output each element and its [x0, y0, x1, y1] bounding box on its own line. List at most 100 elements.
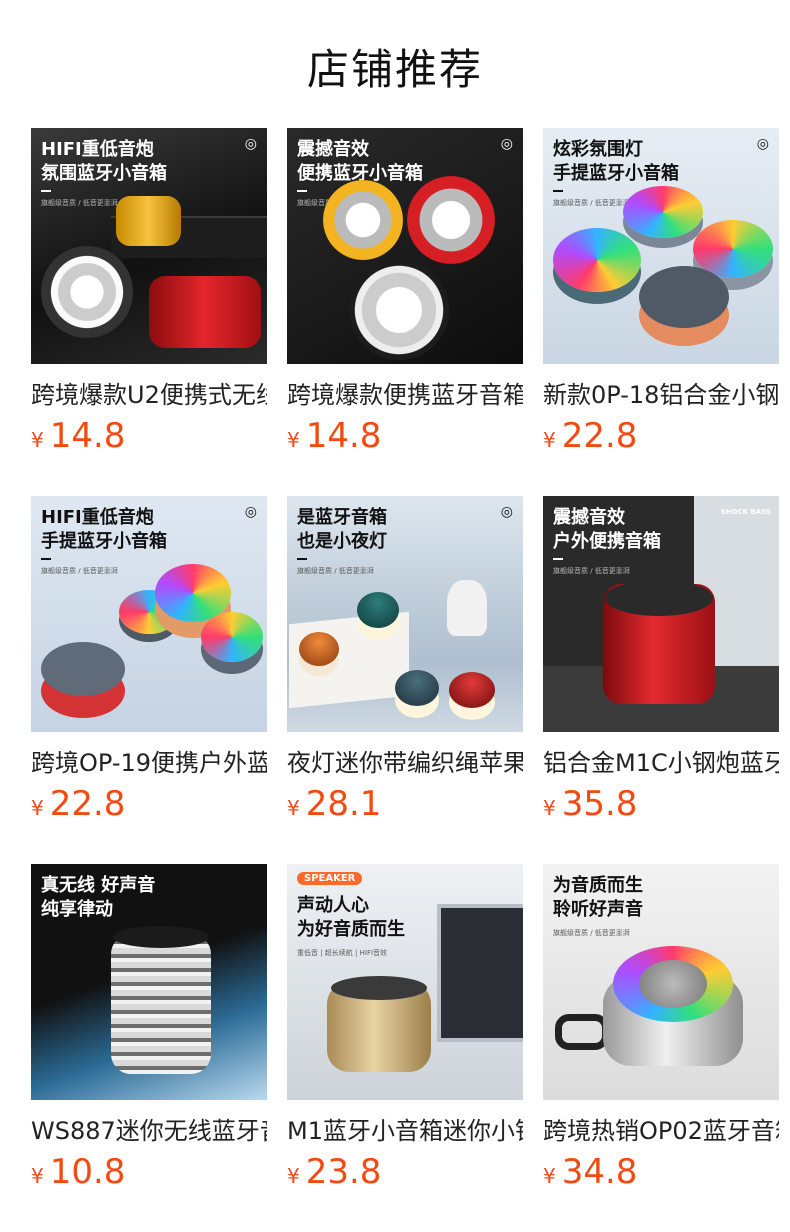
currency-symbol: ¥: [287, 428, 300, 452]
image-subtitle: 旗舰级音质 / 低音更澎湃: [553, 929, 630, 937]
product-card[interactable]: 震撼音效 便携蓝牙小音箱 旗舰级音质 / 低音更澎湃 ◎ 跨境爆款便携蓝牙音箱 …: [287, 128, 523, 456]
product-title[interactable]: WS887迷你无线蓝牙音箱: [31, 1114, 267, 1148]
product-card[interactable]: HIFI重低音炮 氛围蓝牙小音箱 旗舰级音质 / 低音更澎湃 ◎ 跨境爆款U2便…: [31, 128, 267, 456]
image-headline: 炫彩氛围灯 手提蓝牙小音箱: [553, 139, 679, 184]
product-card[interactable]: 震撼音效 户外便携音箱 旗舰级音质 / 低音更澎湃 SHOCK BASS 铝合金…: [543, 496, 779, 824]
product-image[interactable]: 真无线 好声音 纯享律动: [31, 864, 267, 1100]
image-headline: 真无线 好声音 纯享律动: [41, 875, 156, 920]
image-headline: 是蓝牙音箱 也是小夜灯: [297, 507, 387, 552]
product-price: ¥14.8: [287, 416, 523, 456]
product-title[interactable]: M1蓝牙小音箱迷你小钢炮: [287, 1114, 523, 1148]
image-subtitle: 旗舰级音质 / 低音更澎湃: [297, 567, 374, 575]
price-value: 23.8: [305, 1152, 382, 1192]
product-card[interactable]: 炫彩氛围灯 手提蓝牙小音箱 旗舰级音质 / 低音更澎湃 ◎ 新款0P-18铝合金…: [543, 128, 779, 456]
blue-speaker: [395, 670, 439, 706]
product-title[interactable]: 跨境爆款U2便携式无线蓝牙音箱: [31, 378, 267, 412]
currency-symbol: ¥: [287, 1164, 300, 1188]
gold-speaker: [116, 196, 181, 246]
black-speaker: [41, 246, 133, 338]
price-value: 34.8: [561, 1152, 638, 1192]
red-speaker: [41, 642, 125, 696]
speaker-grille: [605, 580, 713, 616]
red-speaker: [449, 672, 495, 708]
rgb-speaker: [623, 186, 703, 238]
product-price: ¥22.8: [31, 784, 267, 824]
product-price: ¥14.8: [31, 416, 267, 456]
copper-speaker: [639, 266, 729, 328]
divider: [297, 558, 307, 560]
product-title[interactable]: 铝合金M1C小钢炮蓝牙音箱: [543, 746, 779, 780]
astronaut-figure: [447, 580, 487, 636]
product-title[interactable]: 跨境热销OP02蓝牙音箱: [543, 1114, 779, 1148]
product-title[interactable]: 新款0P-18铝合金小钢炮: [543, 378, 779, 412]
orange-speaker: [299, 632, 339, 666]
price-value: 22.8: [561, 416, 638, 456]
price-value: 28.1: [305, 784, 382, 824]
sound-wave-icon: ◎: [244, 504, 257, 520]
product-title[interactable]: 夜灯迷你带编织绳苹果音箱: [287, 746, 523, 780]
image-headline: HIFI重低音炮 手提蓝牙小音箱: [41, 507, 167, 552]
product-price: ¥34.8: [543, 1152, 779, 1192]
image-headline: 声动人心 为好音质而生: [297, 895, 405, 940]
product-card[interactable]: 真无线 好声音 纯享律动 WS887迷你无线蓝牙音箱 ¥10.8: [31, 864, 267, 1192]
sound-wave-icon: ◎: [500, 504, 513, 520]
image-headline: HIFI重低音炮 氛围蓝牙小音箱: [41, 139, 167, 184]
product-card[interactable]: SPEAKER 声动人心 为好音质而生 重低音 | 超长续航 | HIFI音效 …: [287, 864, 523, 1192]
currency-symbol: ¥: [543, 796, 556, 820]
divider: [553, 190, 563, 192]
price-value: 14.8: [305, 416, 382, 456]
image-headline: 震撼音效 便携蓝牙小音箱: [297, 139, 423, 184]
product-card[interactable]: 为音质而生 聆听好声音 旗舰级音质 / 低音更澎湃 跨境热销OP02蓝牙音箱 ¥…: [543, 864, 779, 1192]
image-subtitle: 旗舰级音质 / 低音更澎湃: [553, 567, 630, 575]
product-image[interactable]: 是蓝牙音箱 也是小夜灯 旗舰级音质 / 低音更澎湃 ◎: [287, 496, 523, 732]
page-title: 店铺推荐: [306, 45, 483, 94]
image-subtitle: 旗舰级音质 / 低音更澎湃: [41, 567, 118, 575]
speaker-grille: [639, 960, 707, 1008]
speaker-top: [113, 926, 209, 948]
product-price: ¥35.8: [543, 784, 779, 824]
image-headline: 为音质而生 聆听好声音: [553, 875, 643, 920]
product-price: ¥28.1: [287, 784, 523, 824]
product-card[interactable]: HIFI重低音炮 手提蓝牙小音箱 旗舰级音质 / 低音更澎湃 ◎ 跨境OP-19…: [31, 496, 267, 824]
currency-symbol: ¥: [31, 1164, 44, 1188]
product-image[interactable]: 为音质而生 聆听好声音 旗舰级音质 / 低音更澎湃: [543, 864, 779, 1100]
product-image[interactable]: 炫彩氛围灯 手提蓝牙小音箱 旗舰级音质 / 低音更澎湃 ◎: [543, 128, 779, 364]
rgb-speaker: [553, 228, 641, 292]
currency-symbol: ¥: [543, 1164, 556, 1188]
speaker-grille: [331, 976, 427, 1000]
green-speaker: [357, 592, 399, 628]
divider: [41, 558, 51, 560]
price-value: 22.8: [49, 784, 126, 824]
red-speaker: [149, 276, 261, 348]
price-value: 14.8: [49, 416, 126, 456]
product-price: ¥10.8: [31, 1152, 267, 1192]
image-subtitle: 旗舰级音质 / 低音更澎湃: [41, 199, 118, 207]
divider: [41, 190, 51, 192]
price-value: 10.8: [49, 1152, 126, 1192]
laptop-prop: [437, 904, 523, 1042]
product-card[interactable]: 是蓝牙音箱 也是小夜灯 旗舰级音质 / 低音更澎湃 ◎ 夜灯迷你带编织绳苹果音箱…: [287, 496, 523, 824]
image-subtitle: 重低音 | 超长续航 | HIFI音效: [297, 949, 388, 957]
price-value: 35.8: [561, 784, 638, 824]
product-image[interactable]: SPEAKER 声动人心 为好音质而生 重低音 | 超长续航 | HIFI音效: [287, 864, 523, 1100]
speaker-badge: SPEAKER: [297, 872, 363, 885]
product-title[interactable]: 跨境爆款便携蓝牙音箱: [287, 378, 523, 412]
divider: [297, 190, 307, 192]
sound-wave-icon: ◎: [756, 136, 769, 152]
product-image[interactable]: HIFI重低音炮 手提蓝牙小音箱 旗舰级音质 / 低音更澎湃 ◎: [31, 496, 267, 732]
product-image[interactable]: HIFI重低音炮 氛围蓝牙小音箱 旗舰级音质 / 低音更澎湃 ◎: [31, 128, 267, 364]
product-title[interactable]: 跨境OP-19便携户外蓝牙音箱: [31, 746, 267, 780]
shock-bass-tag: SHOCK BASS: [720, 508, 771, 516]
product-price: ¥22.8: [543, 416, 779, 456]
image-subtitle: 旗舰级音质 / 低音更澎湃: [553, 199, 630, 207]
currency-symbol: ¥: [31, 428, 44, 452]
product-image[interactable]: 震撼音效 户外便携音箱 旗舰级音质 / 低音更澎湃 SHOCK BASS: [543, 496, 779, 732]
product-price: ¥23.8: [287, 1152, 523, 1192]
sound-wave-icon: ◎: [500, 136, 513, 152]
black-speaker: [349, 260, 449, 360]
product-image[interactable]: 震撼音效 便携蓝牙小音箱 旗舰级音质 / 低音更澎湃 ◎: [287, 128, 523, 364]
red-speaker: [407, 176, 495, 264]
image-headline: 震撼音效 户外便携音箱: [553, 507, 661, 552]
rgb-speaker: [201, 612, 263, 662]
currency-symbol: ¥: [287, 796, 300, 820]
